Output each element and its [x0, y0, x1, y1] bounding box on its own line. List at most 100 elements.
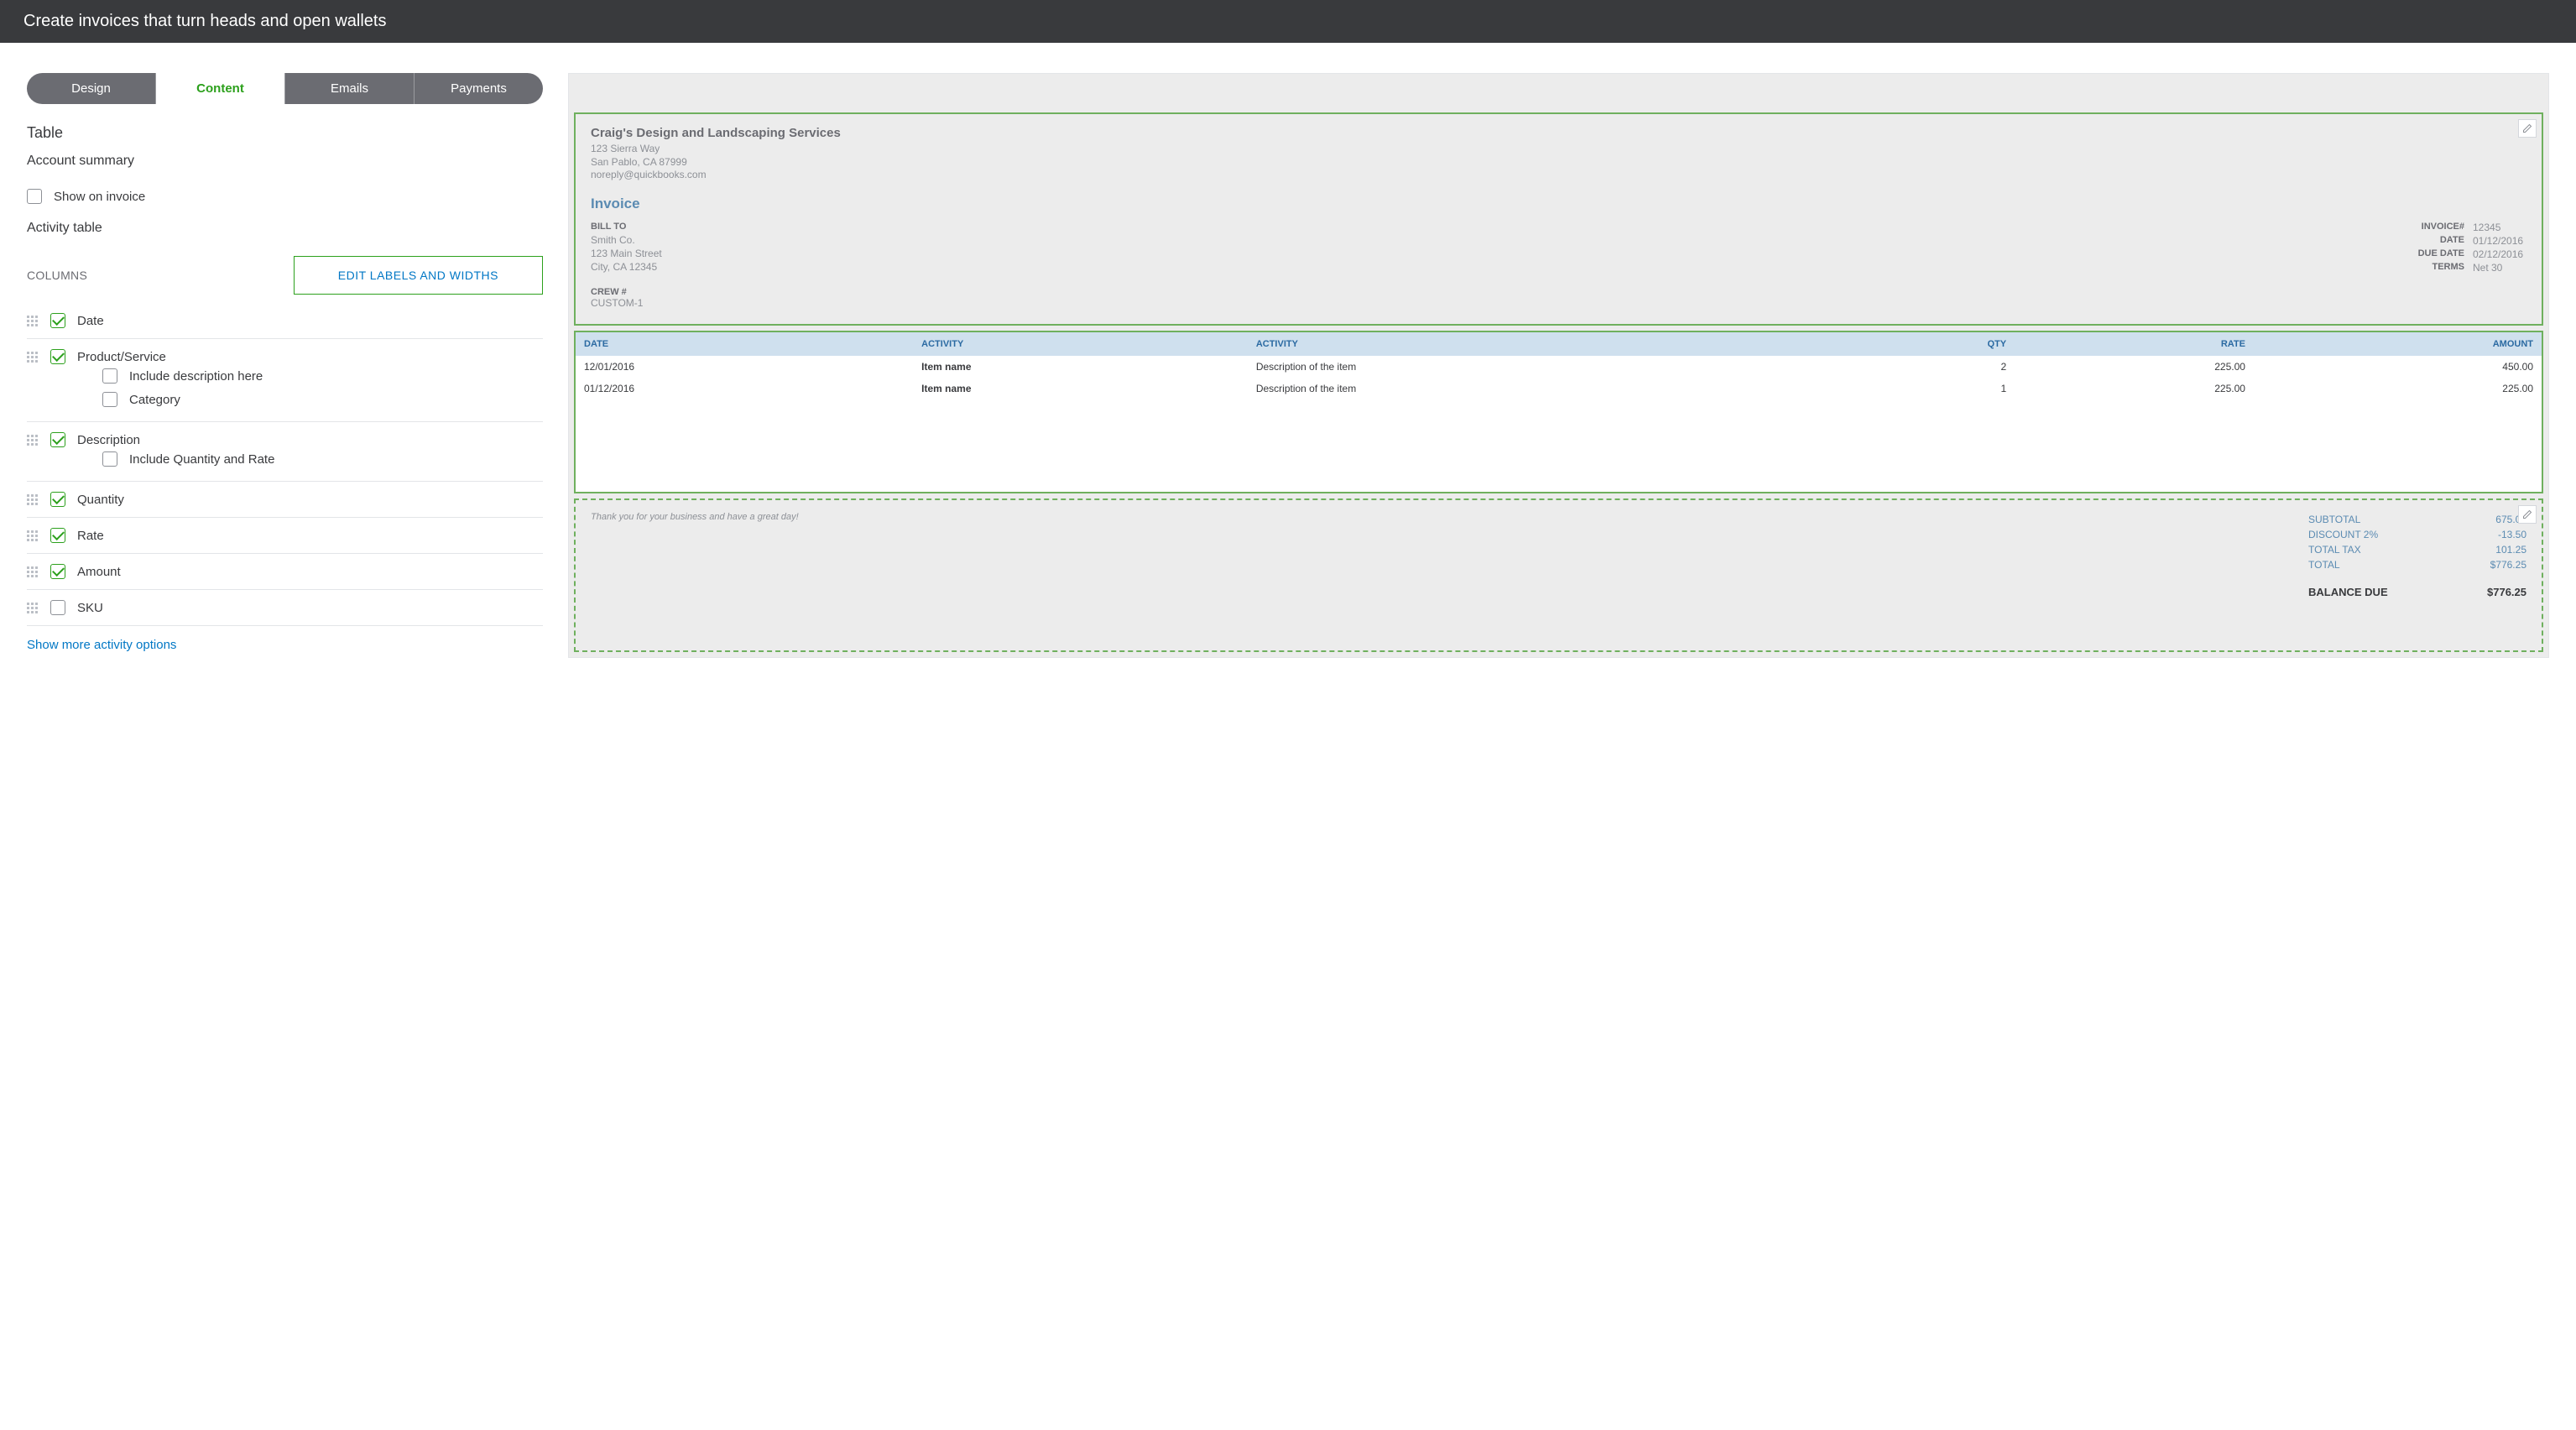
drag-handle-icon[interactable]: [27, 316, 39, 326]
drag-handle-icon[interactable]: [27, 530, 39, 541]
balance-value: $776.25: [2487, 586, 2526, 598]
duedate-label: DUE DATE: [2418, 248, 2464, 261]
company-name: Craig's Design and Landscaping Services: [591, 126, 2526, 140]
drag-handle-icon[interactable]: [27, 603, 39, 613]
footer-message: Thank you for your business and have a g…: [591, 512, 799, 522]
crew-value: CUSTOM-1: [591, 297, 2526, 309]
invoiceno-label: INVOICE#: [2422, 221, 2464, 234]
billto-addr1: 123 Main Street: [591, 247, 662, 260]
tab-design[interactable]: Design: [27, 73, 156, 104]
cell-item: Item name: [913, 356, 1248, 378]
duedate-value: 02/12/2016: [2473, 248, 2526, 261]
label-category: Category: [129, 393, 180, 407]
label-amount: Amount: [77, 565, 121, 579]
billto-addr2: City, CA 12345: [591, 260, 662, 274]
checkbox-date[interactable]: [50, 313, 65, 328]
preview-header-block[interactable]: Craig's Design and Landscaping Services …: [574, 112, 2543, 326]
column-sku: SKU: [27, 590, 543, 626]
billto-name: Smith Co.: [591, 233, 662, 247]
th-date: DATE: [576, 332, 913, 356]
cell-date: 01/12/2016: [576, 378, 913, 399]
discount-value: -13.50: [2498, 529, 2526, 540]
crew-label: CREW #: [591, 287, 2526, 297]
preview-table-block[interactable]: DATE ACTIVITY ACTIVITY QTY RATE AMOUNT 1…: [574, 331, 2543, 493]
balance-label: BALANCE DUE: [2308, 586, 2388, 598]
tax-value: 101.25: [2495, 544, 2526, 556]
drag-handle-icon[interactable]: [27, 435, 39, 446]
column-description: Description Include Quantity and Rate: [27, 422, 543, 482]
column-rate: Rate: [27, 518, 543, 554]
checkbox-include-qty-rate[interactable]: [102, 451, 117, 467]
column-amount: Amount: [27, 554, 543, 590]
checkbox-product[interactable]: [50, 349, 65, 364]
drag-handle-icon[interactable]: [27, 494, 39, 505]
page-header: Create invoices that turn heads and open…: [0, 0, 2576, 43]
checkbox-quantity[interactable]: [50, 492, 65, 507]
label-include-description: Include description here: [129, 369, 263, 384]
pencil-icon[interactable]: [2518, 119, 2537, 138]
section-account-summary: Account summary: [27, 154, 543, 169]
tab-emails[interactable]: Emails: [285, 73, 415, 104]
checkbox-category[interactable]: [102, 392, 117, 407]
tab-payments[interactable]: Payments: [415, 73, 543, 104]
cell-rate: 225.00: [2015, 356, 2254, 378]
table-row: 01/12/2016 Item name Description of the …: [576, 378, 2542, 399]
page-title: Create invoices that turn heads and open…: [23, 12, 387, 30]
tab-bar: Design Content Emails Payments: [27, 73, 543, 104]
drag-handle-icon[interactable]: [27, 566, 39, 577]
th-qty: QTY: [1835, 332, 2015, 356]
label-rate: Rate: [77, 529, 104, 543]
terms-label: TERMS: [2433, 261, 2465, 274]
section-table: Table: [27, 124, 543, 142]
cell-date: 12/01/2016: [576, 356, 913, 378]
label-description: Description: [77, 433, 140, 447]
edit-labels-button[interactable]: EDIT LABELS AND WIDTHS: [294, 256, 543, 295]
subtotal-label: SUBTOTAL: [2308, 514, 2360, 525]
th-rate: RATE: [2015, 332, 2254, 356]
table-row: 12/01/2016 Item name Description of the …: [576, 356, 2542, 378]
cell-desc: Description of the item: [1248, 356, 1835, 378]
company-email: noreply@quickbooks.com: [591, 169, 2526, 182]
total-value: $776.25: [2490, 559, 2526, 571]
cell-amount: 225.00: [2254, 378, 2542, 399]
label-quantity: Quantity: [77, 493, 124, 507]
preview-footer-block[interactable]: Thank you for your business and have a g…: [574, 498, 2543, 652]
checkbox-include-description[interactable]: [102, 368, 117, 384]
total-label: TOTAL: [2308, 559, 2340, 571]
checkbox-sku[interactable]: [50, 600, 65, 615]
invoice-table: DATE ACTIVITY ACTIVITY QTY RATE AMOUNT 1…: [576, 332, 2542, 399]
checkbox-description[interactable]: [50, 432, 65, 447]
th-activity2: ACTIVITY: [1248, 332, 1835, 356]
cell-qty: 2: [1835, 356, 2015, 378]
cell-desc: Description of the item: [1248, 378, 1835, 399]
invoice-title: Invoice: [591, 196, 2526, 212]
section-activity-table: Activity table: [27, 221, 543, 236]
preview-panel: Craig's Design and Landscaping Services …: [568, 73, 2549, 658]
billto-label: BILL TO: [591, 221, 662, 233]
cell-rate: 225.00: [2015, 378, 2254, 399]
terms-value: Net 30: [2473, 261, 2526, 274]
checkbox-rate[interactable]: [50, 528, 65, 543]
th-amount: AMOUNT: [2254, 332, 2542, 356]
column-quantity: Quantity: [27, 482, 543, 518]
tab-content[interactable]: Content: [156, 73, 285, 104]
column-product-service: Product/Service Include description here…: [27, 339, 543, 422]
tax-label: TOTAL TAX: [2308, 544, 2361, 556]
pencil-icon[interactable]: [2518, 505, 2537, 524]
columns-label: COLUMNS: [27, 269, 87, 282]
cell-qty: 1: [1835, 378, 2015, 399]
settings-panel: Design Content Emails Payments Table Acc…: [27, 73, 543, 658]
checkbox-amount[interactable]: [50, 564, 65, 579]
label-sku: SKU: [77, 601, 103, 615]
cell-amount: 450.00: [2254, 356, 2542, 378]
company-addr1: 123 Sierra Way: [591, 143, 2526, 156]
cell-item: Item name: [913, 378, 1248, 399]
checkbox-show-on-invoice[interactable]: [27, 189, 42, 204]
drag-handle-icon[interactable]: [27, 352, 39, 363]
date-value: 01/12/2016: [2473, 234, 2526, 248]
label-product: Product/Service: [77, 350, 166, 364]
show-more-link[interactable]: Show more activity options: [27, 638, 543, 652]
th-activity1: ACTIVITY: [913, 332, 1248, 356]
label-date: Date: [77, 314, 104, 328]
company-addr2: San Pablo, CA 87999: [591, 156, 2526, 170]
